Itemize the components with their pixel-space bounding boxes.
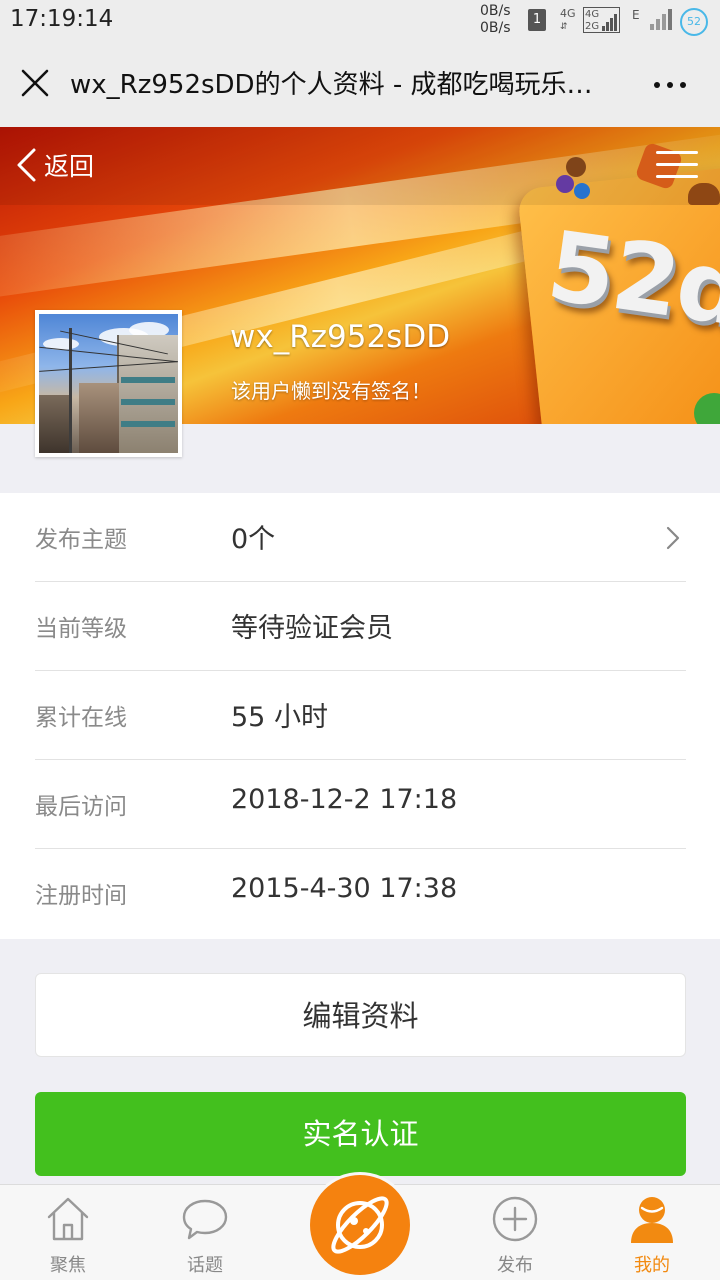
data-arrows-icon: ⇵ bbox=[560, 22, 568, 32]
battery-icon: 52 bbox=[680, 8, 708, 36]
status-bar: 17:19:14 0B/s 0B/s 1 4G ⇵ 4G 2G E 52 bbox=[0, 0, 720, 40]
chevron-left-icon bbox=[17, 148, 36, 182]
tab-topics[interactable]: 话题 bbox=[145, 1185, 265, 1280]
avatar-photo bbox=[39, 314, 178, 453]
edit-profile-button[interactable]: 编辑资料 bbox=[35, 973, 686, 1057]
signal2-box: 4G 2G bbox=[583, 7, 620, 33]
profile-info-list: 发布主题 0个 当前等级 等待验证会员 累计在线 55 小时 最后访问 2018… bbox=[0, 493, 720, 939]
sim-slot-icon: 1 bbox=[528, 9, 546, 31]
info-row-register-time: 注册时间 2015-4-30 17:38 bbox=[35, 873, 458, 909]
info-row-level: 当前等级 等待验证会员 bbox=[35, 582, 686, 671]
signal-bars-small-icon bbox=[602, 11, 618, 31]
center-discover-button[interactable] bbox=[307, 1172, 413, 1278]
tab-focus[interactable]: 聚焦 bbox=[8, 1185, 128, 1280]
page-title: wx_Rz952sDD的个人资料 - 成都吃喝玩乐… bbox=[70, 70, 593, 100]
webview-title-bar: wx_Rz952sDD的个人资料 - 成都吃喝玩乐… bbox=[0, 40, 720, 128]
info-row-topics[interactable]: 发布主题 0个 bbox=[35, 493, 686, 582]
tab-publish[interactable]: 发布 bbox=[455, 1185, 575, 1280]
close-icon[interactable] bbox=[20, 68, 50, 98]
user-signature: 该用户懒到没有签名！ bbox=[231, 379, 431, 403]
tab-mine[interactable]: 我的 bbox=[592, 1185, 712, 1280]
signal1-label: 4G bbox=[560, 7, 576, 20]
plus-circle-icon bbox=[492, 1196, 538, 1242]
menu-icon[interactable] bbox=[656, 149, 698, 181]
network-speed: 0B/s 0B/s bbox=[480, 3, 511, 36]
avatar[interactable] bbox=[35, 310, 182, 457]
status-time: 17:19:14 bbox=[10, 6, 114, 32]
more-dots-icon[interactable] bbox=[652, 70, 688, 100]
username: wx_Rz952sDD bbox=[230, 319, 451, 355]
chevron-right-icon bbox=[666, 526, 680, 550]
back-button[interactable]: 返回 bbox=[14, 145, 94, 185]
planet-icon bbox=[331, 1196, 389, 1254]
signal-bars-icon bbox=[650, 8, 672, 30]
back-label: 返回 bbox=[44, 152, 95, 181]
network-type: E bbox=[632, 8, 640, 22]
chat-bubble-icon bbox=[182, 1199, 228, 1240]
info-row-last-visit: 最后访问 2018-12-2 17:18 bbox=[35, 760, 686, 849]
real-name-verify-button[interactable]: 实名认证 bbox=[35, 1092, 686, 1176]
info-row-online-time: 累计在线 55 小时 bbox=[35, 671, 686, 760]
home-icon bbox=[47, 1197, 89, 1241]
user-icon bbox=[631, 1197, 673, 1243]
